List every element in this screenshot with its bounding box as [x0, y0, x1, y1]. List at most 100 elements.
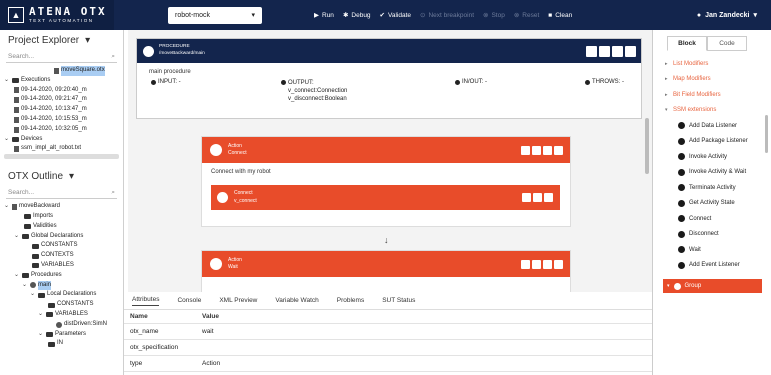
delete-icon[interactable] [554, 145, 563, 155]
palette-block[interactable]: Invoke Activity & Wait [678, 165, 771, 181]
copy-icon[interactable] [543, 259, 552, 269]
tree-item[interactable]: CONTEXTS [0, 251, 123, 261]
palette-block[interactable]: Connect [678, 211, 771, 227]
palette-category[interactable]: ▸ Map Modifiers [653, 72, 771, 88]
tree-item[interactable]: ⌄ main [0, 280, 123, 291]
explorer-search-input[interactable]: Search... ⌕ [6, 51, 117, 63]
paste-icon[interactable] [612, 45, 623, 57]
validate-button[interactable]: ✔ Validate [380, 11, 411, 20]
tree-item[interactable]: 09-14-2020, 09:21:47_m [0, 95, 123, 105]
tab-problems[interactable]: Problems [337, 297, 364, 304]
palette-block[interactable]: Add Event Listener [678, 258, 771, 274]
tree-item[interactable]: Validities [0, 222, 123, 232]
palette-block[interactable]: Wait [678, 242, 771, 258]
logo-title: ATENA OTX [29, 5, 107, 19]
comment-icon[interactable] [586, 45, 597, 57]
tab-code[interactable]: Code [707, 36, 747, 51]
tree-item[interactable]: IN [0, 339, 123, 349]
group-block[interactable]: ▾ Group [663, 279, 762, 293]
tree-item[interactable]: distDriven:SimN [0, 320, 123, 330]
tab-xml-preview[interactable]: XML Preview [219, 297, 257, 304]
user-menu[interactable]: ● Jan Zandecki ▾ [697, 0, 757, 30]
palette-scrollbar[interactable] [765, 115, 768, 153]
tree-item[interactable]: CONSTANTS [0, 241, 123, 251]
run-button[interactable]: ▶ Run [314, 11, 334, 20]
connect-node[interactable]: Connect v_connect [211, 185, 560, 210]
palette-category[interactable]: ▾ SSM extensions [653, 103, 771, 119]
chevron-down-icon[interactable]: ⌄ [38, 310, 44, 320]
debug-button[interactable]: ✱ Debug [343, 11, 371, 20]
palette-block[interactable]: Terminate Activity [678, 180, 771, 196]
flow-canvas[interactable]: PROCEDURE /moveBackward/main main proced… [128, 30, 652, 292]
tree-item[interactable]: Imports [0, 212, 123, 222]
tab-console[interactable]: Console [177, 297, 201, 304]
stop-button[interactable]: ⊗ Stop [483, 11, 505, 20]
tree-item[interactable]: ⌄ VARIABLES [0, 310, 123, 320]
palette-block[interactable]: Get Activity State [678, 196, 771, 212]
delete-icon[interactable] [544, 193, 553, 202]
tab-attributes[interactable]: Attributes [132, 296, 160, 306]
tree-item[interactable]: ssm_impl_alt_robot.txt [0, 144, 123, 154]
tree-item[interactable]: ⌄ Procedures [0, 271, 123, 281]
tree-item[interactable]: 09-14-2020, 10:32:05_m [0, 125, 123, 135]
chevron-down-icon[interactable]: ⌄ [4, 135, 10, 145]
palette-block[interactable]: Disconnect [678, 227, 771, 243]
tab-sut-status[interactable]: SUT Status [382, 297, 415, 304]
tree-item[interactable]: moveSquare.otx [0, 66, 123, 76]
action-description: Connect with my robot [211, 169, 271, 175]
tree-item[interactable]: ⌄ Devices [0, 135, 123, 145]
chevron-down-icon[interactable]: ⌄ [30, 290, 36, 300]
clean-button[interactable]: ■ Clean [548, 12, 572, 19]
palette-category[interactable]: ▸ Bit Field Modifiers [653, 87, 771, 103]
copy-icon[interactable] [543, 145, 552, 155]
copy-icon[interactable] [599, 45, 610, 57]
tree-item[interactable]: VARIABLES [0, 261, 123, 271]
edit-icon[interactable] [521, 145, 530, 155]
tree-item[interactable]: ⌄ moveBackward [0, 202, 123, 212]
tree-item-label: IN [57, 340, 63, 347]
delete-icon[interactable] [554, 259, 563, 269]
comment-icon[interactable] [532, 145, 541, 155]
tab-variable-watch[interactable]: Variable Watch [275, 297, 318, 304]
canvas-scrollbar[interactable] [645, 118, 649, 174]
tree-item[interactable]: ⌄ Global Declarations [0, 232, 123, 242]
tree-item[interactable]: CONSTANTS [0, 300, 123, 310]
chevron-down-icon[interactable]: ⌄ [22, 281, 28, 291]
tree-item[interactable]: ⌄ Local Declarations [0, 290, 123, 300]
chevron-down-icon[interactable]: ⌄ [14, 271, 20, 281]
palette-block[interactable]: Invoke Activity [678, 149, 771, 165]
action-block-wait[interactable]: Action Wait [201, 250, 571, 292]
chevron-down-icon[interactable]: ⌄ [38, 330, 44, 340]
procedure-block[interactable]: PROCEDURE /moveBackward/main main proced… [136, 38, 642, 119]
tab-block[interactable]: Block [667, 36, 707, 51]
reset-button[interactable]: ⊗ Reset [514, 11, 539, 20]
search-icon: ⌕ [111, 188, 115, 196]
next-breakpoint-button[interactable]: ⊙ Next breakpoint [420, 11, 474, 20]
edit-icon[interactable] [521, 259, 530, 269]
tree-item[interactable]: ⌄ Parameters [0, 330, 123, 340]
chevron-down-icon[interactable]: ⌄ [14, 232, 20, 242]
palette-block[interactable]: Add Data Listener [678, 118, 771, 134]
tree-item[interactable]: ⌄ Executions [0, 76, 123, 86]
chevron-down-icon[interactable]: ▾ [85, 35, 90, 46]
chevron-down-icon[interactable]: ⌄ [4, 202, 10, 212]
block-icon [678, 168, 685, 176]
breakpoint-icon: ⊙ [420, 12, 426, 19]
copy-icon[interactable] [533, 193, 542, 202]
palette-category[interactable]: ▸ List Modifiers [653, 56, 771, 72]
project-select[interactable]: robot-mock ▾ [168, 6, 262, 24]
tree-item[interactable]: 09-14-2020, 10:15:53_m [0, 115, 123, 125]
comment-icon[interactable] [532, 259, 541, 269]
chevron-down-icon[interactable]: ⌄ [4, 76, 10, 86]
tree-item[interactable]: 09-14-2020, 10:13:47_m [0, 105, 123, 115]
tree-item-label: main [38, 280, 52, 291]
chevron-down-icon[interactable]: ▾ [69, 171, 74, 182]
palette-block[interactable]: Add Package Listener [678, 134, 771, 150]
move-up-icon[interactable] [625, 45, 636, 57]
action-block-connect[interactable]: Action Connect Connect with my robot Con… [201, 136, 571, 227]
outline-search-input[interactable]: Search... ⌕ [6, 187, 117, 200]
tree-item[interactable]: 09-14-2020, 09:20:40_m [0, 86, 123, 96]
edit-icon[interactable] [522, 193, 531, 202]
user-icon: ● [696, 11, 702, 19]
procedure-input: INPUT: - [151, 79, 181, 85]
